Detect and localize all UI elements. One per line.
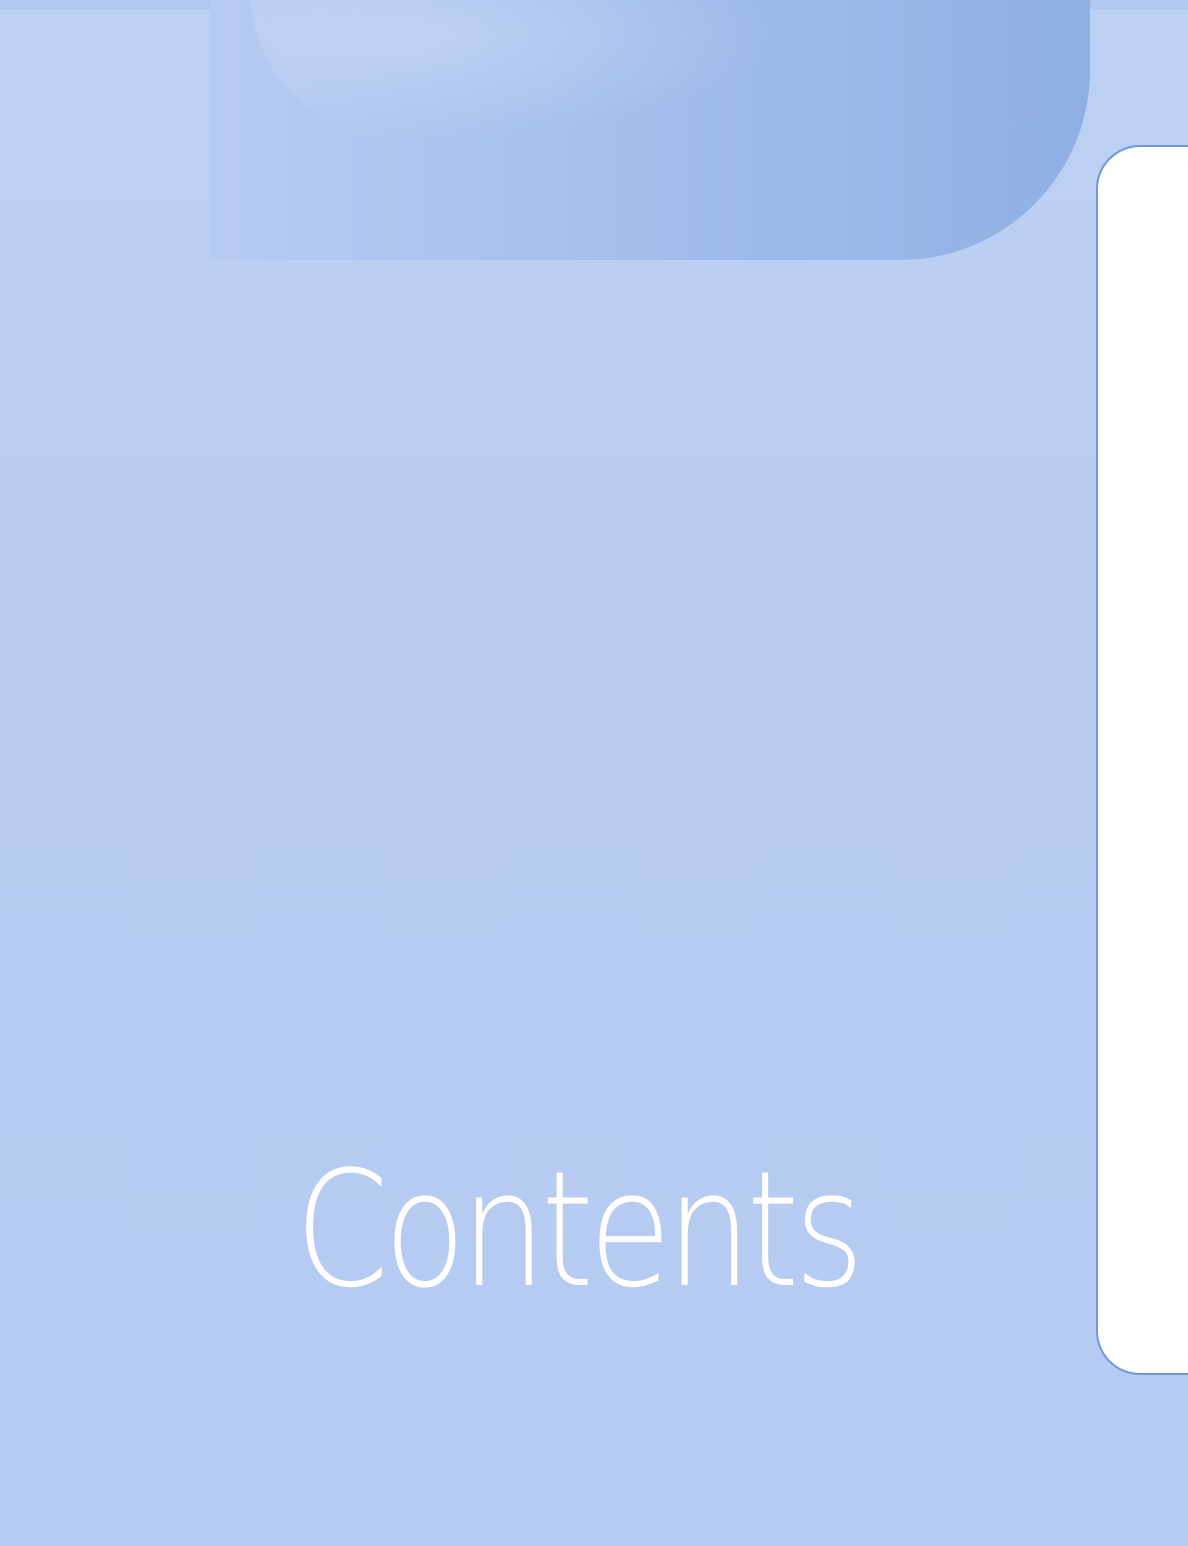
- side-tab: [1096, 145, 1188, 1375]
- contents-page: Contents: [0, 0, 1188, 1546]
- header-highlight: [250, 0, 770, 140]
- page-title: Contents: [295, 1136, 864, 1323]
